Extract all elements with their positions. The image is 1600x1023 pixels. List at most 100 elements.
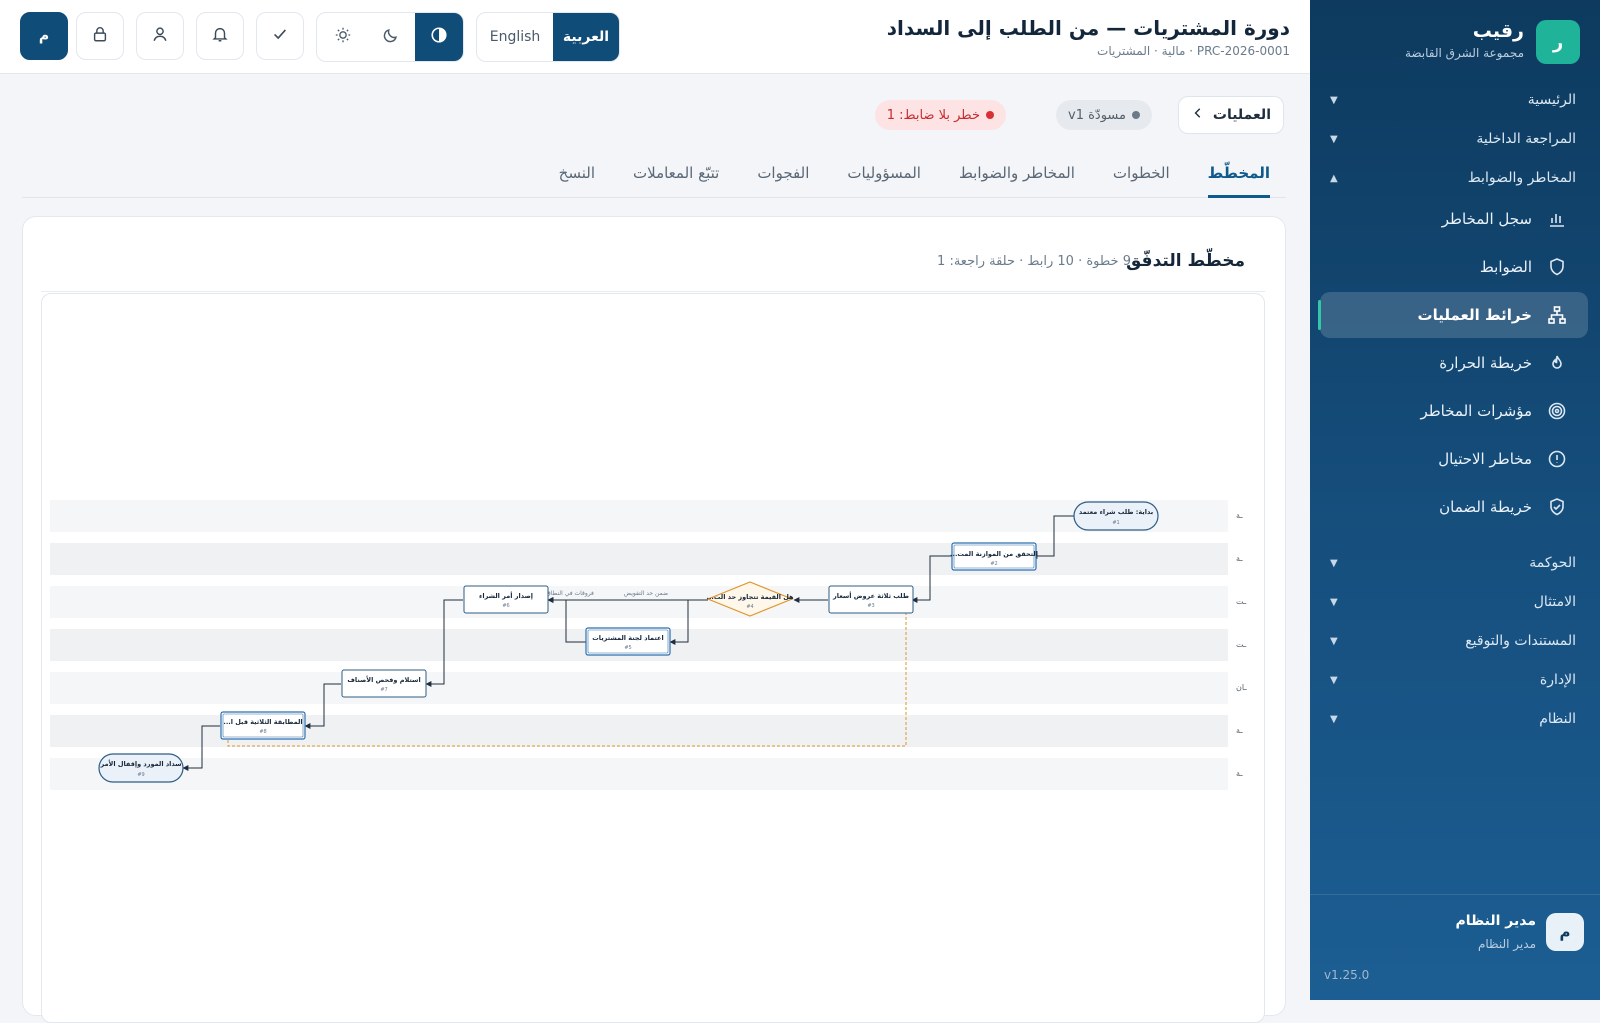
tab-diagram[interactable]: المخطّط bbox=[1207, 150, 1270, 198]
diagram-meta: 9 خطوة · 10 رابط · حلقة راجعة: 1 bbox=[937, 254, 1131, 269]
divider bbox=[41, 291, 1265, 292]
flow-node-step[interactable]: استلام وفحص الأصناف #7 bbox=[341, 669, 427, 698]
notifications-button[interactable] bbox=[196, 12, 244, 60]
lang-arabic-button[interactable]: العربية bbox=[553, 13, 619, 61]
avatar[interactable]: م bbox=[1546, 913, 1584, 951]
sidebar-item-label: سجل المخاطر bbox=[1441, 210, 1532, 228]
node-number: #6 bbox=[502, 603, 509, 609]
theme-light-button[interactable] bbox=[319, 13, 367, 61]
sidebar-item-controls[interactable]: الضوابط bbox=[1320, 244, 1588, 290]
lock-button[interactable] bbox=[76, 12, 124, 60]
node-number: #8 bbox=[259, 729, 266, 735]
chevron-down-icon: ▼ bbox=[1330, 635, 1338, 647]
sidebar-item-label: خريطة الضمان bbox=[1439, 498, 1532, 516]
flow-node-step[interactable]: اعتماد لجنة المشتريات #5 bbox=[585, 627, 671, 656]
nav-section-label: المستندات والتوقيع bbox=[1465, 633, 1576, 649]
node-label: طلب ثلاثة عروض أسعار bbox=[832, 591, 909, 600]
chevron-down-icon: ▼ bbox=[1330, 557, 1338, 569]
nav-section-risks-controls[interactable]: المخاطر والضوابط ▲ bbox=[1330, 164, 1576, 192]
node-label: المطابقة الثلاثية قبل ا... bbox=[223, 718, 302, 726]
chevron-down-icon: ▼ bbox=[1330, 596, 1338, 608]
sidebar-item-label: مؤشرات المخاطر bbox=[1420, 402, 1532, 420]
flow-node-step[interactable]: المطابقة الثلاثية قبل ا... #8 bbox=[220, 711, 306, 740]
breadcrumb-label: العمليات bbox=[1212, 107, 1271, 123]
moon-icon bbox=[382, 26, 400, 48]
top-header: دورة المشتريات — من الطلب إلى السداد PRC… bbox=[0, 0, 1310, 74]
sidebar-item-risk-register[interactable]: سجل المخاطر bbox=[1320, 196, 1588, 242]
alert-circle-icon bbox=[1546, 448, 1568, 470]
node-number: #7 bbox=[380, 687, 387, 693]
tab-transaction-tracing[interactable]: تتبّع المعاملات bbox=[633, 150, 719, 198]
tab-steps[interactable]: الخطوات bbox=[1113, 150, 1170, 198]
theme-dark-button[interactable] bbox=[367, 13, 415, 61]
tab-gaps[interactable]: الفجوات bbox=[757, 150, 809, 198]
nav-section-label: الرئيسية bbox=[1527, 92, 1576, 108]
flow-node-start[interactable]: بداية: طلب شراء معتمد #1 bbox=[1073, 501, 1159, 531]
sidebar-item-fraud-risks[interactable]: مخاطر الاحتيال bbox=[1320, 436, 1588, 482]
sidebar-item-process-maps[interactable]: خرائط العمليات bbox=[1318, 292, 1588, 338]
status-dot bbox=[986, 111, 994, 119]
nav-section-label: الإدارة bbox=[1539, 672, 1576, 688]
swimlane bbox=[50, 500, 1228, 532]
page-title: دورة المشتريات — من الطلب إلى السداد bbox=[886, 16, 1290, 40]
diagram-title: مخطّط التدفّق bbox=[1126, 251, 1245, 271]
flow-node-step[interactable]: إصدار أمر الشراء #6 bbox=[463, 585, 549, 614]
nav-section-governance[interactable]: الحوكمة ▼ bbox=[1330, 549, 1576, 577]
nav-section-label: الحوكمة bbox=[1529, 555, 1576, 571]
brand: ر رقيب مجموعة الشرق القابضة bbox=[1330, 14, 1580, 64]
flow-node-end[interactable]: سداد المورد وإقفال الأمر #9 bbox=[98, 753, 184, 783]
sun-icon bbox=[334, 26, 352, 48]
lane-label: ـة bbox=[1236, 554, 1243, 563]
theme-contrast-button[interactable] bbox=[415, 13, 463, 61]
chevron-down-icon: ▼ bbox=[1330, 133, 1338, 145]
lane-label: ـة bbox=[1236, 511, 1243, 520]
nav-section-label: النظام bbox=[1539, 711, 1576, 727]
tab-versions[interactable]: النسخ bbox=[559, 150, 595, 198]
tasks-button[interactable] bbox=[256, 12, 304, 60]
nav-section-internal-audit[interactable]: المراجعة الداخلية ▼ bbox=[1330, 125, 1576, 153]
target-icon bbox=[1546, 400, 1568, 422]
user-icon bbox=[151, 25, 169, 47]
flow-canvas[interactable]: ـة ـة ـت ـت ـان ـة ـة ضمن حد التفويض فرو… bbox=[41, 293, 1265, 1023]
nav-section-compliance[interactable]: الامتثال ▼ bbox=[1330, 588, 1576, 616]
breadcrumb[interactable]: العمليات bbox=[1177, 96, 1284, 134]
nav-section-home[interactable]: الرئيسية ▼ bbox=[1330, 86, 1576, 114]
flame-icon bbox=[1546, 352, 1568, 374]
sidebar-footer: م مدير النظام مدير النظام v1.25.0 bbox=[1310, 894, 1600, 1000]
nav-section-label: الامتثال bbox=[1533, 594, 1576, 610]
brand-name: رقيب bbox=[1472, 20, 1524, 42]
avatar[interactable]: م bbox=[20, 12, 68, 60]
nav-section-administration[interactable]: الإدارة ▼ bbox=[1330, 666, 1576, 694]
lang-english-button[interactable]: English bbox=[477, 13, 553, 61]
lane-label: ـت bbox=[1236, 597, 1247, 606]
profile-button[interactable] bbox=[136, 12, 184, 60]
flow-node-step[interactable]: طلب ثلاثة عروض أسعار #3 bbox=[828, 585, 914, 614]
brand-org: مجموعة الشرق القابضة bbox=[1404, 46, 1524, 60]
node-number: #4 bbox=[746, 604, 753, 610]
process-tabs: المخطّط الخطوات المخاطر والضوابط المسؤول… bbox=[22, 150, 1286, 198]
node-label: سداد المورد وإقفال الأمر bbox=[99, 759, 181, 768]
shield-icon bbox=[1546, 256, 1568, 278]
nav-section-label: المراجعة الداخلية bbox=[1476, 131, 1576, 147]
chevron-down-icon: ▼ bbox=[1330, 713, 1338, 725]
sidebar-item-heatmap[interactable]: خريطة الحرارة bbox=[1320, 340, 1588, 386]
tab-responsibilities[interactable]: المسؤوليات bbox=[847, 150, 921, 198]
sidebar-item-label: الضوابط bbox=[1479, 258, 1532, 276]
tab-risks-controls[interactable]: المخاطر والضوابط bbox=[959, 150, 1075, 198]
diagram-card: مخطّط التدفّق 9 خطوة · 10 رابط · حلقة را… bbox=[22, 216, 1286, 1023]
sidebar: ر رقيب مجموعة الشرق القابضة الرئيسية ▼ ال… bbox=[1310, 0, 1600, 1000]
nav-section-documents[interactable]: المستندات والتوقيع ▼ bbox=[1330, 627, 1576, 655]
node-number: #1 bbox=[1112, 520, 1119, 526]
chevron-down-icon: ▼ bbox=[1330, 674, 1338, 686]
sidebar-item-assurance-map[interactable]: خريطة الضمان bbox=[1320, 484, 1588, 530]
swimlane bbox=[50, 672, 1228, 704]
swimlane bbox=[50, 758, 1228, 790]
node-label: إصدار أمر الشراء bbox=[479, 591, 533, 600]
sidebar-item-label: خريطة الحرارة bbox=[1439, 354, 1532, 372]
sidebar-item-risk-indicators[interactable]: مؤشرات المخاطر bbox=[1320, 388, 1588, 434]
nav-section-system[interactable]: النظام ▼ bbox=[1330, 705, 1576, 733]
contrast-icon bbox=[430, 26, 448, 48]
node-label: اعتماد لجنة المشتريات bbox=[592, 634, 663, 642]
flow-diagram: ـة ـة ـت ـت ـان ـة ـة ضمن حد التفويض فرو… bbox=[50, 500, 1247, 790]
flow-node-step[interactable]: التحقق من الموازنة المت... #2 bbox=[950, 542, 1038, 571]
